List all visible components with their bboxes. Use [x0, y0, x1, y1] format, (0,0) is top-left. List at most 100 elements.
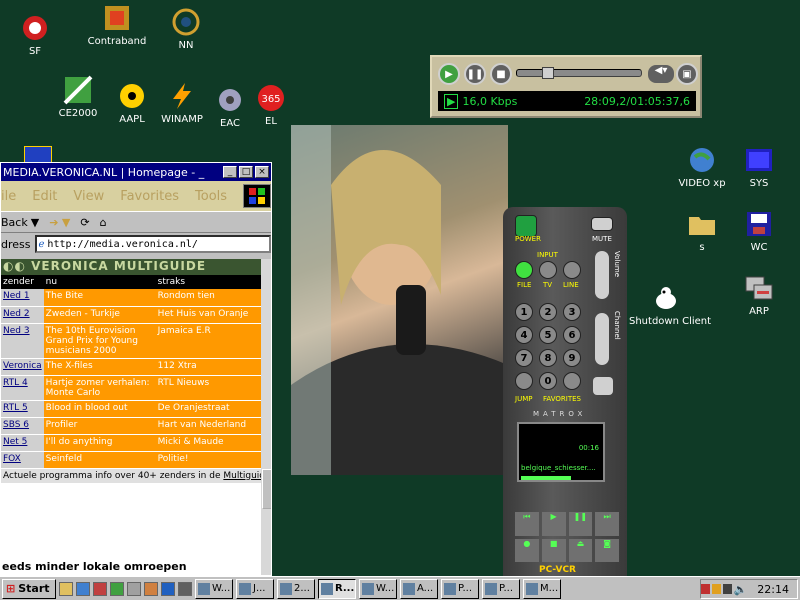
taskbar-button[interactable]: A...: [400, 578, 438, 599]
desktop-icon-contraband[interactable]: Contraband: [80, 2, 154, 47]
taskbar-button[interactable]: M...: [523, 578, 561, 599]
record-button[interactable]: ●: [515, 539, 539, 562]
volume-rocker[interactable]: [595, 251, 609, 299]
quick-launch-icon[interactable]: [59, 581, 73, 596]
seek-thumb[interactable]: [541, 67, 554, 79]
close-button[interactable]: ×: [255, 166, 269, 178]
mute-button[interactable]: [591, 217, 613, 231]
volume-tray-icon[interactable]: 🔈: [734, 583, 748, 596]
table-row: RTL 5 Blood in blood out De Oranjestraat: [1, 400, 261, 418]
banner-text: VERONICA MULTIGUIDE: [31, 259, 207, 273]
key-3-button[interactable]: 3: [563, 303, 581, 321]
key-7-button[interactable]: 7: [515, 349, 533, 367]
menu-button[interactable]: [593, 377, 613, 395]
desktop-icon-sf[interactable]: SF: [0, 12, 72, 57]
menu-tools[interactable]: Tools: [195, 189, 227, 204]
key-2-button[interactable]: 2: [539, 303, 557, 321]
menu-favorites[interactable]: Favorites: [120, 189, 179, 204]
maximize-button[interactable]: □: [239, 166, 253, 178]
play-button[interactable]: ▶: [438, 63, 460, 85]
favorites-button[interactable]: [563, 372, 581, 390]
key-1-button[interactable]: 1: [515, 303, 533, 321]
transport-controls: ⏮ ▶ ❚❚ ⏭ ● ■ ⏏ ◙: [515, 512, 619, 562]
desktop-icon-shutdown-client[interactable]: Shutdown Client: [629, 282, 711, 327]
desktop-icon-el[interactable]: 365 EL: [234, 82, 308, 127]
favorites-label: FAVORITES: [543, 395, 581, 403]
seek-slider[interactable]: [516, 67, 642, 79]
key-0-button[interactable]: 0: [539, 372, 557, 390]
volume-icon[interactable]: ◀▾: [648, 65, 674, 83]
tray-icon[interactable]: [722, 584, 732, 594]
pause-button[interactable]: ❚❚: [464, 63, 486, 85]
taskbar-button[interactable]: 2...: [277, 578, 315, 599]
minimize-button[interactable]: _: [223, 166, 237, 178]
taskbar-button[interactable]: W...: [359, 578, 397, 599]
taskbar-button[interactable]: J...: [236, 578, 274, 599]
key-8-button[interactable]: 8: [539, 349, 557, 367]
desktop-icon-sys[interactable]: SYS: [722, 144, 796, 189]
channel-cell[interactable]: RTL 5: [1, 400, 44, 418]
desktop-icon-label: WC: [750, 242, 768, 253]
home-icon[interactable]: ⌂: [100, 216, 107, 229]
channel-cell[interactable]: Net 5: [1, 434, 44, 452]
line-button[interactable]: [563, 261, 581, 279]
desktop-icon-arp[interactable]: ARP: [722, 272, 796, 317]
back-button[interactable]: Back ▼: [1, 216, 39, 229]
browser-title-bar[interactable]: MEDIA.VERONICA.NL | Homepage - _ _ □ ×: [1, 163, 271, 181]
fullscreen-button[interactable]: ▣: [676, 63, 698, 85]
address-bar: dress ℯ http://media.veronica.nl/: [1, 233, 271, 255]
channel-cell[interactable]: Ned 1: [1, 289, 44, 307]
scroll-thumb[interactable]: [262, 469, 271, 509]
aapl-icon: [116, 80, 148, 112]
tray-icon[interactable]: [711, 584, 721, 594]
player-display: ▶ 16,0 Kbps 28:09,2/01:05:37,6: [438, 91, 696, 111]
channel-cell[interactable]: Ned 2: [1, 306, 44, 324]
quick-launch-icon[interactable]: [161, 581, 175, 596]
quick-launch-icon[interactable]: [178, 581, 192, 596]
channel-rocker[interactable]: [595, 313, 609, 365]
quick-launch-icon[interactable]: [127, 581, 141, 596]
next-cell: 112 Xtra: [155, 358, 261, 376]
snapshot-button[interactable]: ◙: [595, 539, 619, 562]
taskbar-button[interactable]: P...: [441, 578, 479, 599]
forward-button[interactable]: ➔ ▼: [49, 216, 70, 229]
channel-cell[interactable]: Veronica: [1, 358, 44, 376]
address-input[interactable]: ℯ http://media.veronica.nl/: [34, 235, 271, 253]
key-6-button[interactable]: 6: [563, 326, 581, 344]
quick-launch-icon[interactable]: [93, 581, 107, 596]
quick-launch-icon[interactable]: [76, 581, 90, 596]
menu-edit[interactable]: Edit: [32, 189, 57, 204]
key-5-button[interactable]: 5: [539, 326, 557, 344]
menu-view[interactable]: View: [73, 189, 104, 204]
taskbar-button[interactable]: R...: [318, 578, 356, 599]
menu-file[interactable]: ile: [1, 189, 16, 204]
desktop-icon-nn[interactable]: NN: [149, 6, 223, 51]
tv-button[interactable]: [539, 261, 557, 279]
jump-button[interactable]: [515, 372, 533, 390]
desktop-icon-wc[interactable]: WC: [722, 208, 796, 253]
pause-button-remote[interactable]: ❚❚: [568, 512, 593, 536]
forward-button-remote[interactable]: ⏭: [595, 512, 619, 536]
channel-cell[interactable]: SBS 6: [1, 417, 44, 435]
file-button[interactable]: [515, 261, 533, 279]
rewind-button[interactable]: ⏮: [515, 512, 539, 536]
quick-launch-icon[interactable]: [110, 581, 124, 596]
channel-cell[interactable]: RTL 4: [1, 375, 44, 401]
power-button[interactable]: [515, 215, 537, 237]
key-9-button[interactable]: 9: [563, 349, 581, 367]
taskbar-button[interactable]: W...: [195, 578, 233, 599]
refresh-icon[interactable]: ⟳: [80, 216, 89, 229]
vertical-scrollbar[interactable]: [261, 259, 271, 575]
stop-button-remote[interactable]: ■: [541, 539, 566, 562]
channel-cell[interactable]: Ned 3: [1, 323, 44, 359]
eject-button[interactable]: ⏏: [568, 539, 593, 562]
channel-cell[interactable]: FOX: [1, 451, 44, 469]
start-button[interactable]: ⊞ Start: [2, 578, 56, 599]
key-4-button[interactable]: 4: [515, 326, 533, 344]
multiguide-link[interactable]: Multiguide: [223, 471, 261, 481]
quick-launch-icon[interactable]: [144, 581, 158, 596]
tray-icon[interactable]: [701, 584, 710, 594]
taskbar-button[interactable]: P...: [482, 578, 520, 599]
stop-button[interactable]: ■: [490, 63, 512, 85]
play-button-remote[interactable]: ▶: [541, 512, 566, 536]
